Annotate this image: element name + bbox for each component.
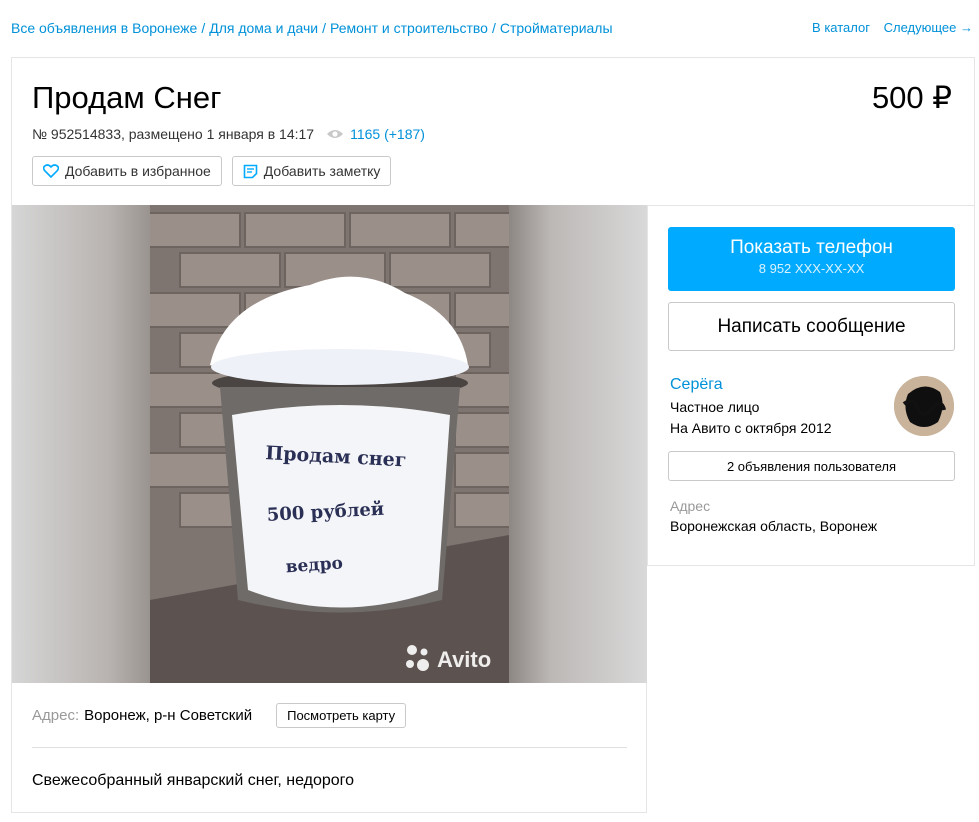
add-favorite-label: Добавить в избранное: [65, 163, 211, 179]
address-row: Адрес: Воронеж, р-н Советский Посмотреть…: [32, 703, 407, 728]
listing-title: Продам Снег: [32, 80, 222, 115]
gallery-blur-right: [509, 205, 647, 683]
seller-name[interactable]: Серёга: [670, 376, 832, 394]
seller-type: Частное лицо: [670, 399, 760, 415]
breadcrumb-item-materials[interactable]: Стройматериалы: [500, 20, 613, 36]
eye-icon: [327, 130, 344, 138]
add-favorite-button[interactable]: Добавить в избранное: [32, 156, 222, 186]
heart-icon: [43, 164, 59, 178]
breadcrumb-separator: /: [322, 20, 326, 36]
photo-gallery[interactable]: Продам снег 500 рублей ведро Avito: [11, 205, 647, 683]
breadcrumb-item-all-ads[interactable]: Все объявления в Воронеже: [11, 20, 197, 36]
breadcrumb-item-repair[interactable]: Ремонт и строительство: [330, 20, 488, 36]
seller-panel: Показать телефон 8 952 XXX-XX-XX Написат…: [647, 205, 975, 566]
breadcrumb-item-home-garden[interactable]: Для дома и дачи: [209, 20, 318, 36]
listing-photo[interactable]: Продам снег 500 рублей ведро Avito: [150, 205, 509, 683]
address-label: Адрес:: [32, 707, 80, 724]
gallery-blur-left: [12, 205, 150, 683]
view-map-button[interactable]: Посмотреть карту: [276, 703, 407, 728]
listing-details: Адрес: Воронеж, р-н Советский Посмотреть…: [11, 683, 647, 813]
seller-address-value: Воронежская область, Воронеж: [670, 518, 878, 534]
divider: [32, 747, 627, 748]
user-ads-button[interactable]: 2 объявления пользователя: [668, 451, 955, 481]
seller-since: На Авито с октября 2012: [670, 420, 832, 436]
top-navigation: В каталог Следующее →: [802, 20, 973, 35]
add-note-button[interactable]: Добавить заметку: [231, 156, 392, 186]
bucket-text-line3: ведро: [285, 553, 343, 577]
seller-address-label: Адрес: [670, 498, 711, 514]
listing-actions: Добавить в избранное Добавить заметку: [32, 156, 392, 186]
write-message-button[interactable]: Написать сообщение: [668, 302, 955, 351]
listing-meta: № 952514833, размещено 1 января в 14:17 …: [32, 126, 425, 142]
views-count: 1165 (+187): [350, 126, 425, 142]
listing-number-date: № 952514833, размещено 1 января в 14:17: [32, 126, 315, 142]
listing-description: Свежесобранный январский снег, недорого: [32, 772, 355, 789]
show-phone-label: Показать телефон: [730, 237, 893, 258]
breadcrumb-separator: /: [491, 20, 496, 36]
avito-watermark-text: Avito: [437, 647, 491, 672]
breadcrumb-separator: /: [201, 20, 206, 36]
catalog-link[interactable]: В каталог: [812, 20, 870, 35]
seller-info: Серёга Частное лицо На Авито с октября 2…: [670, 376, 832, 436]
add-note-label: Добавить заметку: [263, 163, 381, 179]
show-phone-button[interactable]: Показать телефон 8 952 XXX-XX-XX: [668, 227, 955, 291]
top-bar: Все объявления в Воронеже / Для дома и дач…: [0, 0, 979, 56]
masked-phone: 8 952 XXX-XX-XX: [758, 261, 865, 276]
note-icon: [243, 164, 258, 178]
avatar[interactable]: [894, 376, 954, 436]
address-value: Воронеж, р-н Советский: [84, 707, 253, 724]
next-link[interactable]: Следующее →: [884, 20, 973, 35]
listing-price: 500 ₽: [871, 80, 952, 115]
listing-header: Продам Снег 500 ₽ № 952514833, размещено…: [11, 57, 975, 205]
breadcrumb: Все объявления в Воронеже / Для дома и дач…: [11, 20, 613, 36]
